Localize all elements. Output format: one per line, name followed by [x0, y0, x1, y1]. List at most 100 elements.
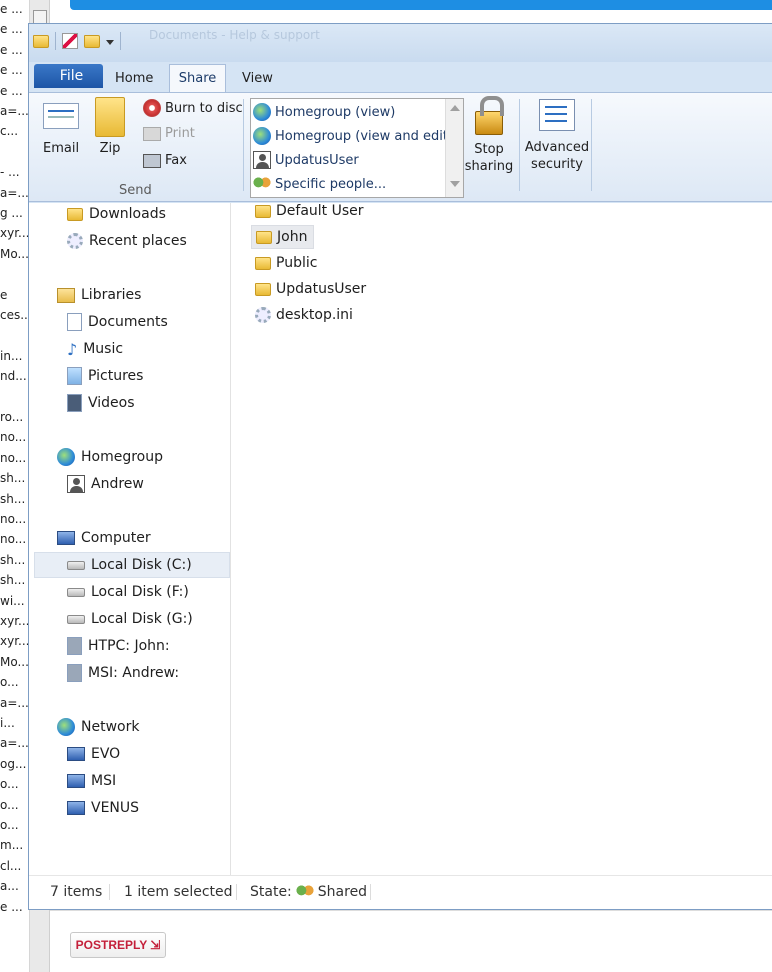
tab-view[interactable]: View — [230, 64, 285, 92]
nav-item-msi[interactable]: MSI — [67, 768, 116, 794]
nav-item-local-disk-g[interactable]: Local Disk (G:) — [67, 606, 193, 632]
share-homegroup-view-edit[interactable]: Homegroup (view and edit) — [253, 125, 453, 147]
post-reply-button[interactable]: POSTREPLY ⇲ — [70, 932, 166, 958]
nav-item-homegroup[interactable]: Homegroup — [57, 444, 163, 470]
window-title: Documents - Help & support — [149, 28, 320, 42]
tab-home[interactable]: Home — [103, 64, 165, 92]
email-icon — [43, 103, 80, 129]
homegroup-icon — [253, 103, 271, 121]
checklist-icon — [539, 99, 575, 131]
nav-item-network[interactable]: Network — [57, 714, 139, 740]
zip-button[interactable]: Zip — [95, 97, 125, 156]
ribbon-tabs: File Home Share View — [29, 62, 772, 92]
background-text-column: e ... e ... e ... e ... e ... a=... c... - ... a… — [0, 0, 30, 972]
background-text-line: a=... — [0, 185, 29, 200]
nav-item-pictures[interactable]: Pictures — [67, 363, 143, 389]
nav-item-downloads[interactable]: Downloads — [67, 201, 166, 227]
content-area: Downloads Recent places Libraries Docume… — [29, 203, 772, 875]
disc-icon — [143, 99, 161, 117]
navigation-pane: Downloads Recent places Libraries Docume… — [29, 203, 231, 875]
music-icon: ♪ — [67, 339, 78, 359]
share-specific-people[interactable]: Specific people... — [253, 173, 386, 195]
background-text-line: e — [0, 287, 8, 302]
background-text-line: no... — [0, 512, 27, 526]
nav-item-videos[interactable]: Videos — [67, 390, 135, 416]
fax-button[interactable]: Fax — [143, 153, 187, 168]
nav-item-computer[interactable]: Computer — [57, 525, 151, 551]
background-text-line: xyr... — [0, 634, 30, 649]
network-drive-icon — [67, 637, 82, 655]
share-user-updatususer[interactable]: UpdatusUser — [253, 149, 359, 171]
nav-item-music[interactable]: ♪ Music — [67, 336, 123, 362]
background-text-line: ces... — [0, 308, 30, 322]
nav-item-local-disk-c[interactable]: Local Disk (C:) — [34, 552, 230, 578]
user-icon — [253, 151, 271, 169]
properties-icon[interactable] — [62, 33, 78, 49]
nav-item-htpc-john[interactable]: HTPC: John: — [67, 633, 170, 659]
background-text-line: ro... — [0, 410, 24, 424]
nav-item-recent-places[interactable]: Recent places — [67, 228, 187, 254]
network-drive-icon — [67, 664, 82, 682]
file-list: Default User John Public UpdatusUser des… — [249, 203, 772, 875]
nav-item-libraries[interactable]: Libraries — [57, 282, 141, 308]
email-button[interactable]: Email — [43, 103, 79, 156]
folder-icon — [255, 282, 271, 296]
background-text-line: sh... — [0, 573, 26, 588]
file-item[interactable]: UpdatusUser — [255, 277, 372, 301]
computer-icon — [57, 531, 75, 545]
title-bar: Documents - Help & support — [29, 24, 772, 62]
background-text-line: e ... — [0, 63, 23, 78]
file-item[interactable]: desktop.ini — [255, 303, 359, 327]
stop-sharing-button[interactable]: Stop sharing — [465, 95, 513, 175]
file-item[interactable]: Default User — [255, 199, 370, 223]
customize-arrow-icon[interactable] — [106, 39, 114, 45]
tab-file[interactable]: File — [34, 64, 103, 88]
folder-icon[interactable] — [33, 34, 49, 48]
nav-item-documents[interactable]: Documents — [67, 309, 168, 335]
nav-item-andrew[interactable]: Andrew — [67, 471, 144, 497]
people-icon — [295, 884, 314, 900]
background-text-line: sh... — [0, 552, 26, 567]
network-icon — [57, 718, 75, 736]
background-text-line: xyr... — [0, 614, 30, 628]
background-text-line: Mo... — [0, 246, 29, 261]
file-item[interactable]: John — [251, 225, 315, 249]
lock-icon — [475, 96, 504, 135]
folder-icon — [255, 256, 271, 270]
burn-to-disc-button[interactable]: Burn to disc — [143, 99, 243, 117]
background-text-line: wi... — [0, 593, 25, 608]
nav-item-evo[interactable]: EVO — [67, 741, 120, 767]
background-text-line: e ... — [0, 22, 23, 37]
advanced-security-button[interactable]: Advanced security — [523, 99, 591, 173]
scroll-down-icon[interactable] — [450, 181, 460, 187]
drive-icon — [67, 587, 85, 597]
background-text-line: sh... — [0, 491, 26, 506]
homegroup-icon — [253, 127, 271, 145]
ribbon-share: Email Zip Burn to disc Print Fax Send Ho… — [29, 92, 772, 202]
background-header-bar — [70, 0, 772, 10]
background-text-line: m... — [0, 838, 24, 853]
background-text-line: no... — [0, 450, 27, 465]
share-with-gallery[interactable]: Homegroup (view) Homegroup (view and edi… — [250, 98, 464, 198]
background-text-line: cl... — [0, 858, 22, 873]
nav-item-venus[interactable]: VENUS — [67, 795, 139, 821]
share-homegroup-view[interactable]: Homegroup (view) — [253, 101, 395, 123]
tab-share[interactable]: Share — [169, 64, 226, 92]
gallery-scrollbar[interactable] — [445, 99, 463, 197]
network-computer-icon — [67, 774, 85, 788]
nav-item-local-disk-f[interactable]: Local Disk (F:) — [67, 579, 189, 605]
background-text-line: o... — [0, 818, 19, 832]
background-text-line: c... — [0, 124, 19, 139]
send-group-label: Send — [119, 183, 152, 198]
documents-icon — [67, 313, 82, 331]
downloads-icon — [67, 207, 83, 221]
nav-item-msi-andrew[interactable]: MSI: Andrew: — [67, 660, 179, 686]
file-item[interactable]: Public — [255, 251, 323, 275]
scroll-up-icon[interactable] — [450, 105, 460, 111]
print-button[interactable]: Print — [143, 126, 195, 141]
selection-count: 1 item selected — [124, 884, 233, 900]
status-bar: 7 items 1 item selected State: Shared — [29, 875, 772, 909]
explorer-window: Documents - Help & support File Home Sha… — [28, 23, 772, 910]
new-folder-icon[interactable] — [84, 34, 100, 48]
scroll-thumb[interactable] — [33, 10, 47, 24]
